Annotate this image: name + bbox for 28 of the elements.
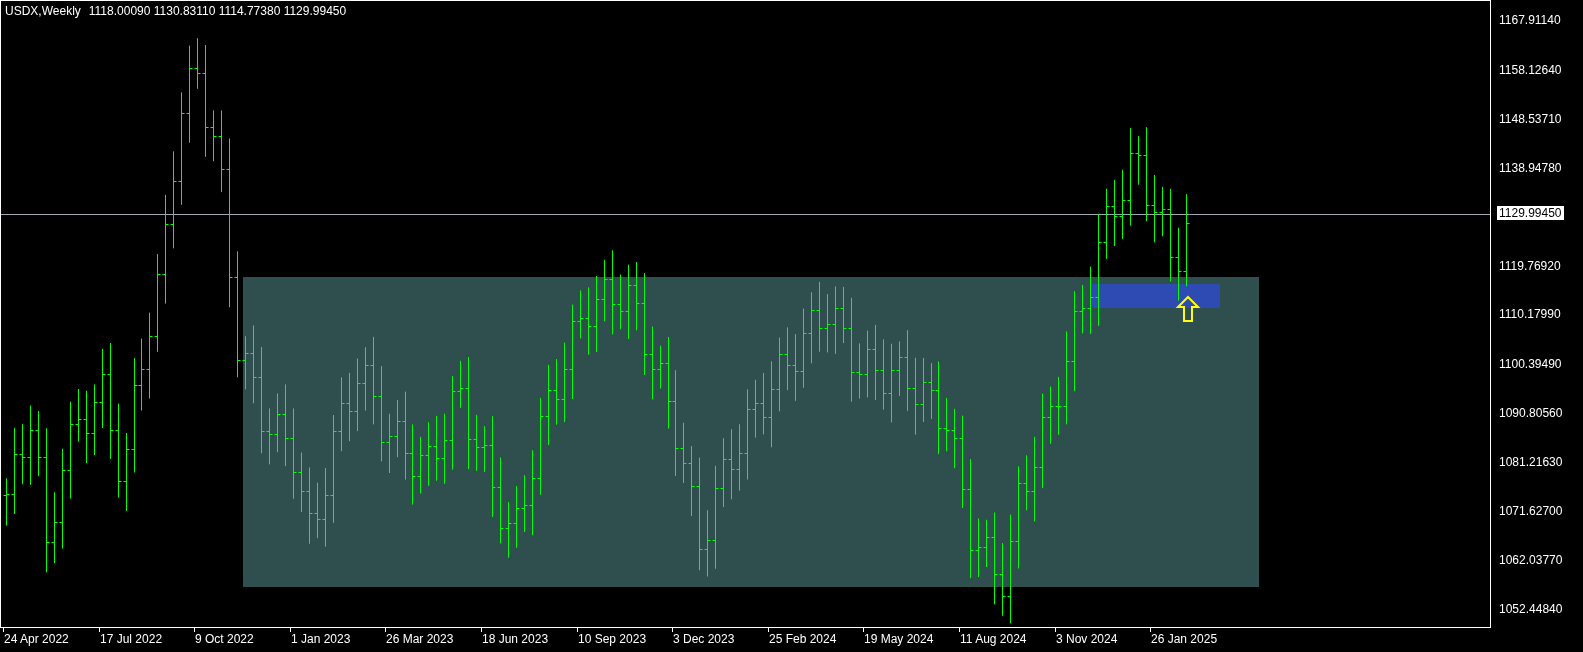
date-axis-label: 3 Dec 2023: [673, 632, 735, 646]
date-axis-label: 24 Apr 2022: [4, 632, 69, 646]
date-axis-label: 3 Nov 2024: [1056, 632, 1118, 646]
price-axis-label: 1090.80560: [1499, 406, 1563, 421]
price-axis-label: 1052.44840: [1499, 601, 1563, 616]
symbol-title: USDX,Weekly: [5, 4, 81, 19]
date-axis-label: 18 Jun 2023: [482, 632, 549, 646]
price-axis-label: 1158.12640: [1499, 62, 1562, 77]
price-axis-label: 1148.53710: [1499, 111, 1562, 126]
date-axis-label: 25 Feb 2024: [769, 632, 837, 646]
price-axis-label: 1071.62700: [1499, 504, 1563, 519]
ohlc-values: 1118.00090 1130.83110 1114.77380 1129.99450: [88, 4, 347, 19]
current-price-label: 1129.99450: [1497, 206, 1564, 221]
date-axis-label: 11 Aug 2024: [960, 632, 1027, 646]
price-axis-label: 1100.39490: [1499, 357, 1562, 372]
price-axis-label: 1062.03770: [1499, 553, 1563, 568]
date-axis-label: 26 Mar 2023: [386, 632, 454, 646]
date-axis-label: 19 May 2024: [864, 632, 934, 646]
price-axis-label: 1110.17990: [1499, 307, 1561, 322]
price-axis-label: 1167.91140: [1499, 13, 1561, 27]
price-axis-label: 1119.76920: [1499, 258, 1561, 273]
date-axis-label: 17 Jul 2022: [100, 632, 163, 646]
price-axis-label: 1138.94780: [1499, 160, 1562, 175]
date-axis-label: 26 Jan 2025: [1151, 632, 1218, 646]
date-axis-label: 10 Sep 2023: [578, 632, 647, 646]
price-axis-label: 1081.21630: [1499, 455, 1563, 470]
date-axis-label: 1 Jan 2023: [291, 632, 351, 646]
date-axis-label: 9 Oct 2022: [195, 632, 254, 646]
